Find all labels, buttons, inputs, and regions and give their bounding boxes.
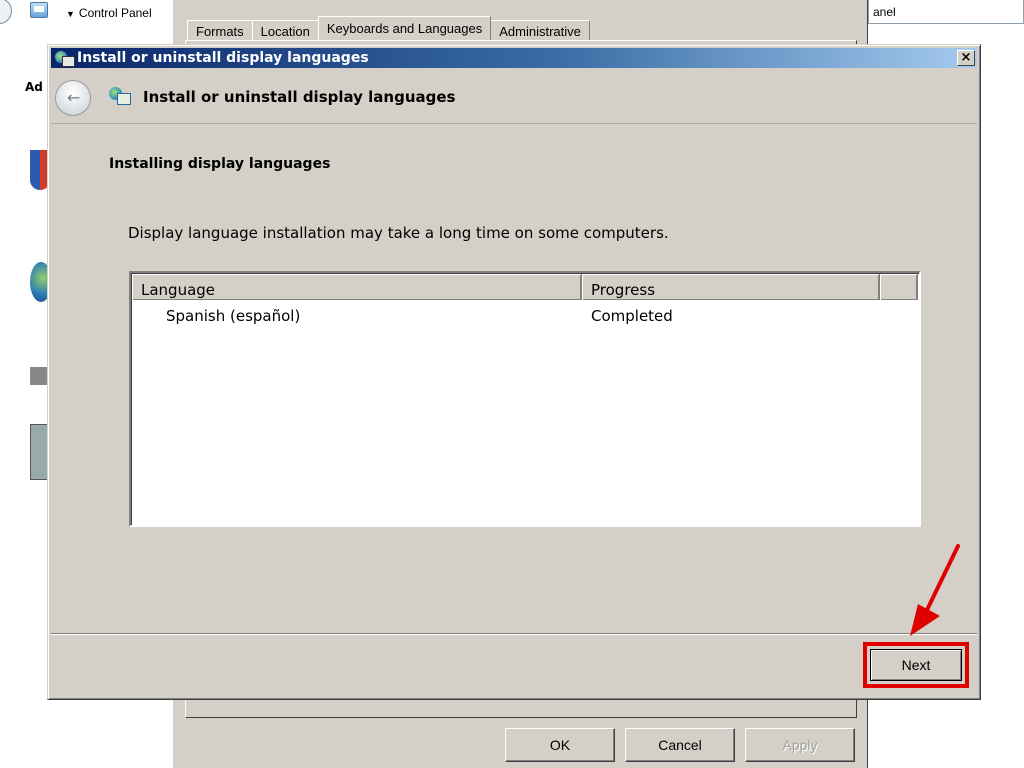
apply-button[interactable]: Apply: [745, 728, 855, 762]
wizard-title: Install or uninstall display languages: [143, 88, 456, 106]
description-text: Display language installation may take a…: [128, 224, 669, 242]
footer-divider: [51, 633, 977, 635]
language-cell: Spanish (español): [166, 307, 301, 325]
wizard-back-button[interactable]: ←: [55, 80, 91, 116]
wizard-content: Installing display languages Display lan…: [51, 125, 977, 633]
tab-location[interactable]: Location: [251, 20, 319, 40]
breadcrumb[interactable]: ▼ Control Panel: [66, 6, 172, 20]
sidebar-heading: Ad: [25, 80, 43, 94]
arrow-left-icon: ←: [67, 88, 81, 107]
chevron-down-icon[interactable]: ▼: [66, 9, 75, 19]
language-app-icon: [55, 50, 75, 67]
language-progress-list[interactable]: Language Progress Spanish (español) Comp…: [129, 271, 921, 527]
table-row[interactable]: Spanish (español) Completed: [132, 303, 918, 327]
breadcrumb-control-panel[interactable]: Control Panel: [79, 6, 152, 20]
tab-strip: Formats Location Keyboards and Languages…: [187, 16, 590, 40]
control-panel-icon: [30, 2, 48, 18]
tab-keyboards-and-languages[interactable]: Keyboards and Languages: [317, 16, 492, 40]
next-button[interactable]: Next: [870, 649, 962, 681]
back-button[interactable]: [0, 0, 12, 24]
section-title: Installing display languages: [109, 156, 331, 172]
ok-button[interactable]: OK: [505, 728, 615, 762]
progress-cell: Completed: [591, 307, 673, 325]
wizard-header: ← Install or uninstall display languages: [51, 68, 977, 124]
close-button[interactable]: ×: [957, 50, 975, 66]
title-bar[interactable]: Install or uninstall display languages ×: [51, 48, 977, 68]
annotation-arrow-icon: [910, 544, 960, 636]
window-title: Install or uninstall display languages: [77, 50, 369, 66]
tab-formats[interactable]: Formats: [187, 20, 253, 40]
column-header-language[interactable]: Language: [132, 274, 582, 300]
list-header: Language Progress: [132, 274, 918, 300]
next-highlight-box: Next: [863, 642, 969, 688]
install-display-languages-dialog: Install or uninstall display languages ×…: [47, 44, 981, 700]
language-icon: [109, 85, 131, 105]
column-header-progress[interactable]: Progress: [582, 274, 880, 300]
search-input[interactable]: anel: [868, 0, 1024, 24]
tab-administrative[interactable]: Administrative: [490, 20, 590, 40]
column-header-filler: [880, 274, 918, 300]
cancel-button[interactable]: Cancel: [625, 728, 735, 762]
